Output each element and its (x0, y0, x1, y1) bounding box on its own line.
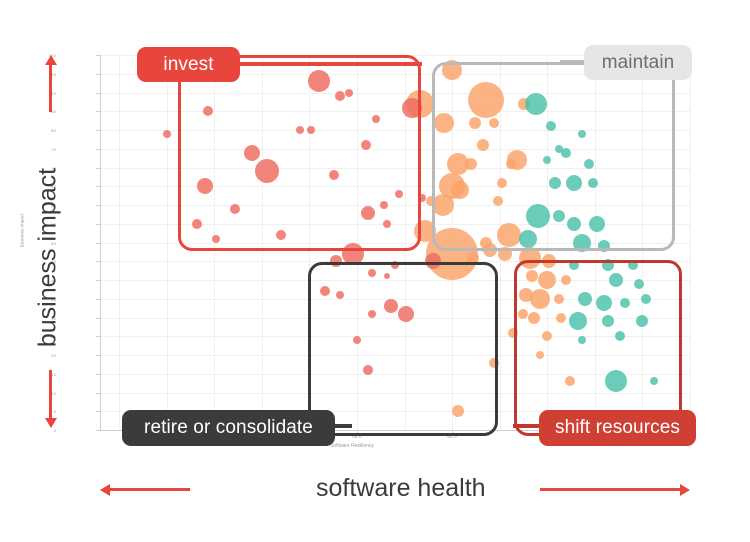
gridline-vertical (166, 55, 168, 430)
y-axis-title-outer: business impact (33, 167, 62, 348)
y-axis-tick-label: 80 (51, 128, 56, 133)
gridline-vertical (690, 55, 691, 430)
y-axis-tick-mark (96, 167, 100, 169)
y-axis-tick-mark (96, 280, 100, 281)
callout-maintain[interactable]: maintain (584, 45, 692, 80)
y-axis-line (100, 55, 101, 430)
y-axis-tick-mark (96, 411, 100, 413)
quadrant-box-invest[interactable] (178, 55, 421, 251)
y-axis-tick-label: 0 (53, 428, 56, 433)
quadrant-box-maintain[interactable] (432, 62, 675, 251)
connector-invest (240, 62, 422, 66)
y-axis-tick-mark (96, 430, 100, 431)
y-axis-tick-mark (96, 336, 100, 338)
y-axis-tick-mark (96, 355, 100, 356)
y-axis-tick-mark (96, 242, 100, 244)
x-axis-title-inner: Software Resiliency (330, 443, 374, 449)
connector-maintain (560, 60, 586, 64)
figure-canvas: 0 5 10 15 20 25 30 35 40 45 50 55 60 65 70 75 80 85 90 95 10… (0, 0, 750, 542)
y-axis-tick-mark (96, 317, 100, 319)
callout-shift[interactable]: shift resources (539, 410, 696, 446)
y-axis-tick-mark (96, 148, 100, 150)
quadrant-box-retire[interactable] (308, 262, 498, 436)
x-axis-title-outer: software health (316, 474, 486, 502)
y-axis-tick-mark (96, 373, 100, 375)
y-axis-tick-mark (96, 261, 100, 263)
y-axis-tick-mark (96, 223, 100, 225)
y-axis-tick-mark (96, 55, 100, 56)
y-axis-tick-mark (96, 73, 100, 75)
connector-retire (332, 424, 352, 428)
y-axis-tick-mark (96, 92, 100, 94)
scatter-bubble[interactable] (162, 129, 171, 138)
y-axis-tick-mark (96, 130, 100, 131)
y-axis-tick-mark (96, 392, 100, 394)
y-axis-tick-mark (96, 298, 100, 300)
y-axis-tick-mark (96, 186, 100, 188)
y-axis-title-inner: Business Impact (19, 213, 25, 248)
gridline-vertical (119, 55, 121, 430)
callout-retire[interactable]: retire or consolidate (122, 410, 335, 446)
y-axis-tick-mark (96, 205, 100, 206)
callout-invest[interactable]: invest (137, 47, 240, 82)
y-axis-tick-mark (96, 111, 100, 113)
